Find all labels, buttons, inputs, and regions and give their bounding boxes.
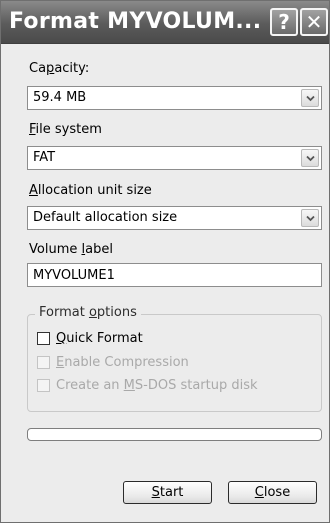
close-icon: ✕ xyxy=(305,10,323,34)
format-dialog: Format MYVOLUM... ? ✕ Capacity: 59.4 MB … xyxy=(0,0,330,523)
capacity-value: 59.4 MB xyxy=(33,90,87,105)
allocation-unit-size-select[interactable]: Default allocation size xyxy=(27,206,322,230)
file-system-dropdown-button[interactable] xyxy=(301,149,319,167)
allocation-dropdown-button[interactable] xyxy=(301,209,319,227)
file-system-value: FAT xyxy=(33,150,56,165)
chevron-down-icon xyxy=(306,215,315,222)
help-button[interactable]: ? xyxy=(270,8,298,36)
file-system-label: File system xyxy=(29,122,102,137)
ms-dos-startup-disk-label: Create an MS-DOS startup disk xyxy=(56,378,258,393)
capacity-select[interactable]: 59.4 MB xyxy=(27,86,322,110)
title-bar[interactable]: Format MYVOLUM... ? ✕ xyxy=(1,1,329,44)
close-window-button[interactable]: ✕ xyxy=(300,8,328,36)
format-progress-bar xyxy=(27,428,322,441)
ms-dos-startup-disk-checkbox xyxy=(37,379,50,392)
allocation-unit-size-label: Allocation unit size xyxy=(29,183,152,198)
capacity-label: Capacity: xyxy=(29,61,90,76)
capacity-dropdown-button[interactable] xyxy=(301,89,319,107)
close-button[interactable]: Close xyxy=(228,481,317,504)
allocation-unit-size-value: Default allocation size xyxy=(33,210,178,225)
start-button[interactable]: Start xyxy=(123,481,212,504)
window-title: Format MYVOLUM... xyxy=(9,9,262,34)
volume-label-label: Volume label xyxy=(29,242,113,257)
file-system-select[interactable]: FAT xyxy=(27,146,322,170)
enable-compression-label: Enable Compression xyxy=(56,355,189,370)
format-options-title: Format options xyxy=(35,305,141,320)
enable-compression-checkbox xyxy=(37,356,50,369)
help-icon: ? xyxy=(278,10,290,34)
volume-label-field[interactable] xyxy=(27,263,322,287)
volume-label-input[interactable] xyxy=(28,264,321,286)
quick-format-checkbox[interactable] xyxy=(37,332,50,345)
quick-format-label: Quick Format xyxy=(56,331,143,346)
chevron-down-icon xyxy=(306,95,315,102)
chevron-down-icon xyxy=(306,155,315,162)
